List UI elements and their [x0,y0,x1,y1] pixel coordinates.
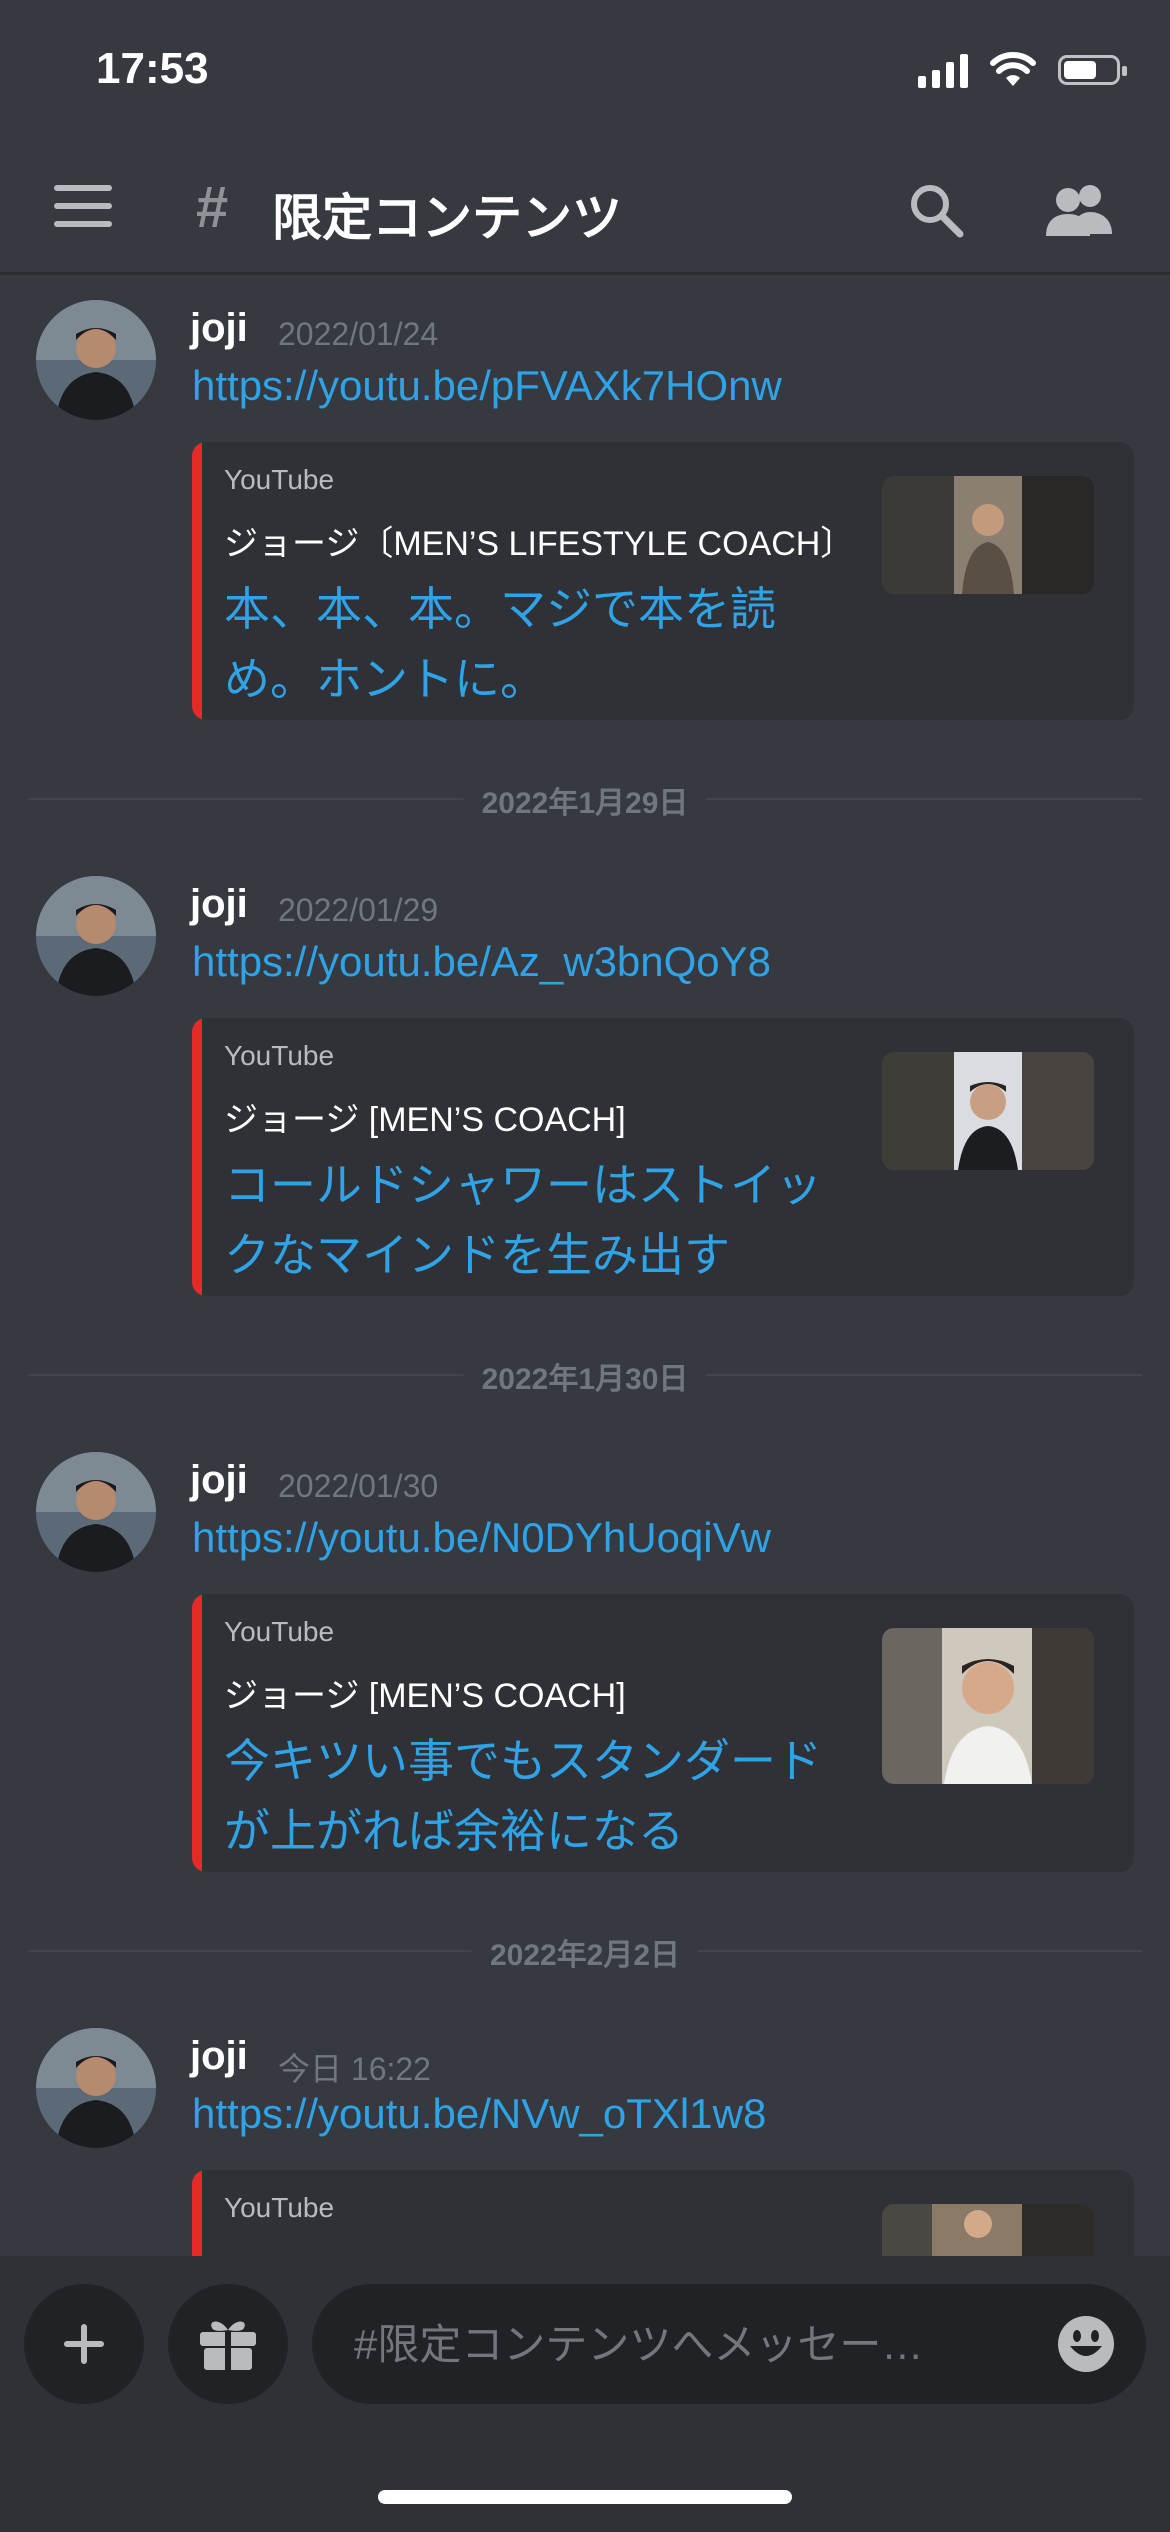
embed-author[interactable]: ジョージ [MEN’S COACH] [224,1092,626,1141]
search-icon[interactable] [906,180,966,240]
username[interactable]: joji [190,882,248,927]
embed-provider[interactable]: YouTube [224,1616,334,1648]
message-link[interactable]: https://youtu.be/Az_w3bnQoY8 [192,938,771,986]
avatar[interactable] [36,2028,156,2148]
message-input-container [312,2284,1146,2406]
signal-icon [918,52,968,88]
embed-provider[interactable]: YouTube [224,1040,334,1072]
message-link[interactable]: https://youtu.be/pFVAXk7HOnw [192,362,782,410]
video-thumbnail[interactable] [882,1628,1094,1784]
youtube-embed: YouTube ジョージ〔MEN’S LIFESTYLE COACH〕 本、本、… [192,442,1134,720]
hash-icon: # [196,175,229,240]
timestamp: 2022/01/29 [278,892,439,928]
video-thumbnail[interactable] [882,1052,1094,1170]
status-icons [918,52,1127,88]
embed-author[interactable]: ジョージ〔MEN’S LIFESTYLE COACH〕 [224,516,854,565]
embed-title[interactable]: 今キツい事でもスタンダードが上がれば余裕になる [224,1726,844,1866]
date-divider: 2022年1月29日 [28,778,1142,822]
youtube-embed: YouTube ジョージ [MEN’S COACH] コールドシャワーはストイッ… [192,1018,1134,1296]
video-thumbnail[interactable] [882,476,1094,594]
emoji-icon[interactable] [1056,2314,1116,2374]
message-input[interactable] [352,2284,1016,2406]
youtube-embed: YouTube ジョージ [MEN’S COACH] 今キツい事でもスタンダード… [192,1594,1134,1872]
embed-author[interactable]: ジョージ [MEN’S COACH] [224,1668,626,1717]
date-divider: 2022年1月30日 [28,1354,1142,1398]
username[interactable]: joji [190,306,248,351]
date-divider-label: 2022年2月2日 [471,1930,699,1974]
add-attachment-button[interactable] [24,2284,144,2404]
embed-provider[interactable]: YouTube [224,2192,334,2224]
gift-button[interactable] [168,2284,288,2404]
gift-icon [200,2321,256,2370]
plus-icon [64,2324,104,2364]
embed-title[interactable]: コールドシャワーはストイックなマインドを生み出す [224,1150,844,1290]
status-time: 17:53 [96,44,209,93]
channel-header: # 限定コンテンツ [0,150,1170,275]
avatar[interactable] [36,1452,156,1572]
embed-accent-bar [192,1594,202,1872]
timestamp: 2022/01/24 [278,316,439,352]
wifi-icon [990,52,1036,86]
username[interactable]: joji [190,1458,248,1503]
embed-title[interactable]: 本、本、本。マジで本を読め。ホントに。 [224,574,844,714]
hamburger-icon[interactable] [54,185,112,231]
embed-accent-bar [192,442,202,720]
date-divider-label: 2022年1月29日 [463,778,707,822]
username[interactable]: joji [190,2034,248,2079]
embed-provider[interactable]: YouTube [224,464,334,496]
avatar[interactable] [36,876,156,996]
timestamp: 2022/01/30 [278,1468,439,1504]
timestamp: 今日 16:22 [278,2051,431,2087]
members-icon[interactable] [1044,180,1116,240]
date-divider: 2022年2月2日 [28,1930,1142,1974]
avatar[interactable] [36,300,156,420]
channel-title: 限定コンテンツ [272,190,622,246]
message-composer [0,2256,1170,2532]
status-bar: 17:53 [0,0,1170,150]
date-divider-label: 2022年1月30日 [463,1354,707,1398]
message-link[interactable]: https://youtu.be/NVw_oTXl1w8 [192,2090,766,2138]
embed-accent-bar [192,1018,202,1296]
message-link[interactable]: https://youtu.be/N0DYhUoqiVw [192,1514,771,1562]
battery-icon [1058,55,1127,85]
home-indicator [378,2490,792,2504]
